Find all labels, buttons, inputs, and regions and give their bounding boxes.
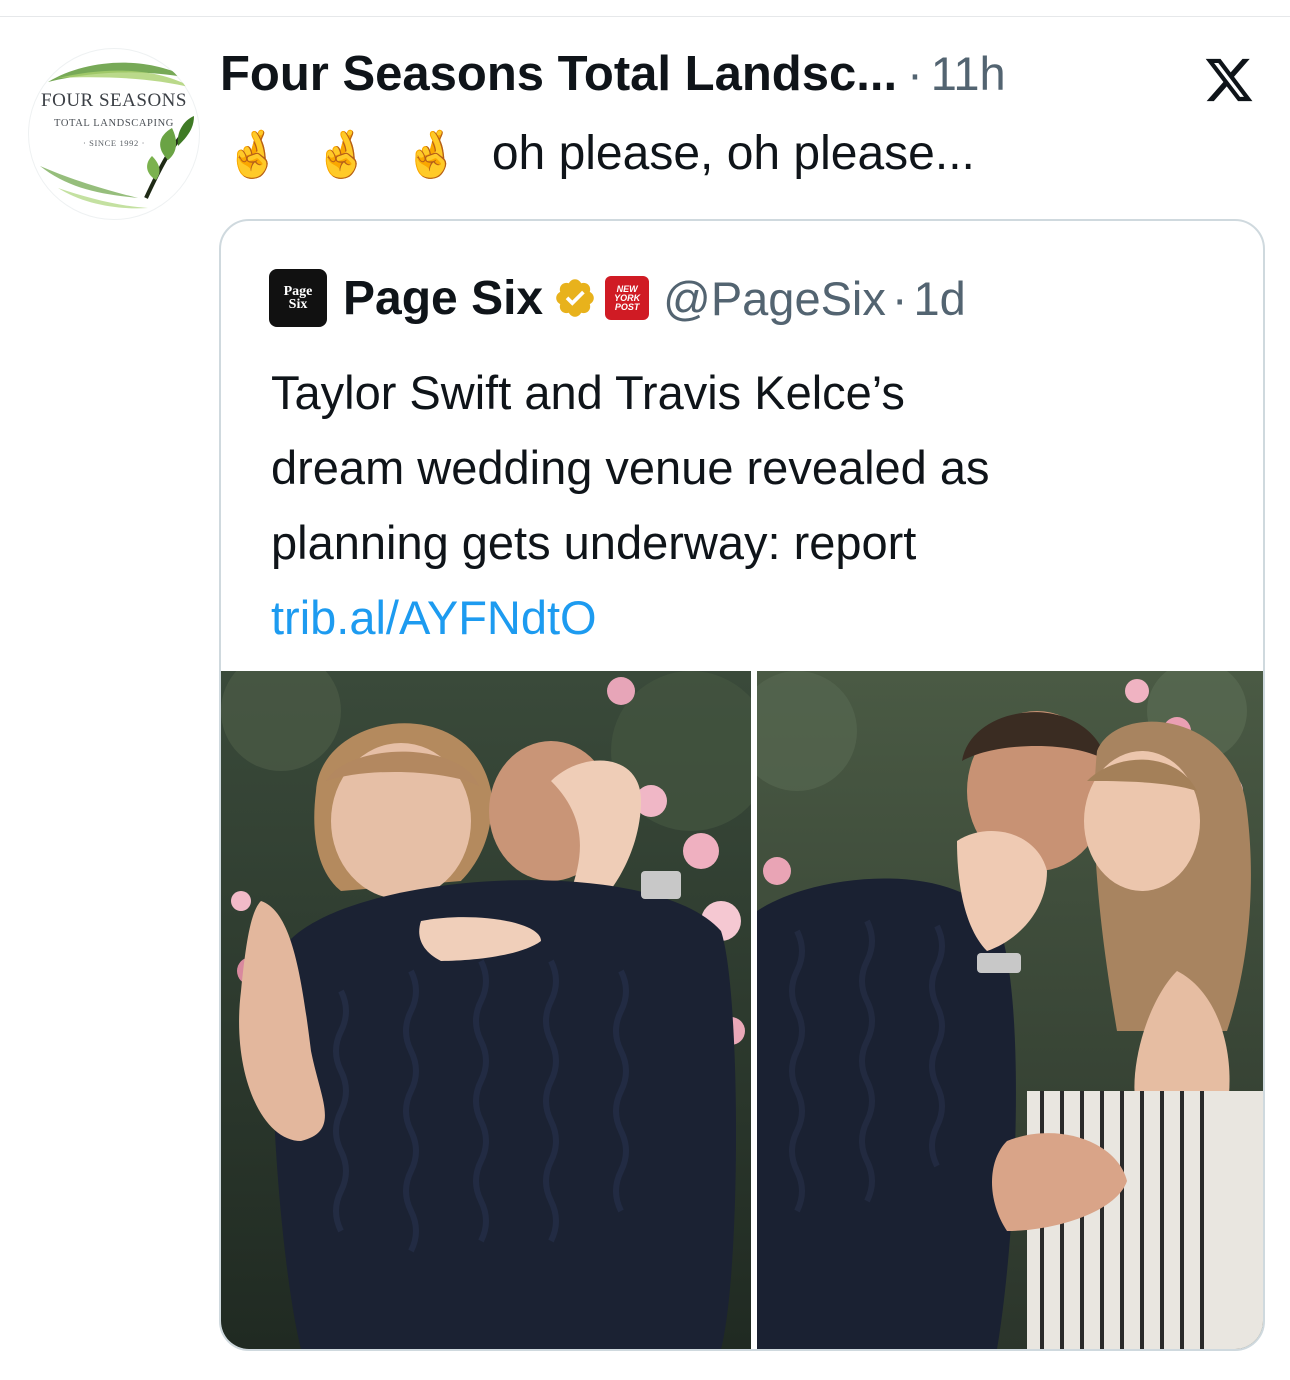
- media-photo-forehead-touch[interactable]: [757, 671, 1263, 1349]
- crossed-fingers-emoji: 🤞: [313, 126, 371, 181]
- media-photo-embrace[interactable]: [221, 671, 751, 1349]
- quoted-tweet-header: Page Six Page Six NEW YORK POST @PageSix…: [269, 269, 966, 327]
- x-logo-icon: [1205, 58, 1253, 102]
- tweet-body: oh please, oh please...: [491, 127, 975, 180]
- avatar-logo-title: FOUR SEASONS: [41, 90, 187, 111]
- quoted-tweet-media: [221, 671, 1263, 1349]
- author-avatar[interactable]: FOUR SEASONS TOTAL LANDSCAPING · SINCE 1…: [28, 48, 200, 220]
- quoted-author-handle[interactable]: @PageSix: [663, 271, 886, 326]
- quoted-text-line: Taylor Swift and Travis Kelce’s: [271, 366, 905, 419]
- author-name[interactable]: Four Seasons Total Landsc...: [220, 46, 897, 102]
- photo-forehead-illustration: [757, 671, 1263, 1349]
- quoted-tweet-text: Taylor Swift and Travis Kelce’s dream we…: [271, 355, 1231, 655]
- tweet-timestamp[interactable]: 11h: [931, 46, 1006, 101]
- tweet-header: Four Seasons Total Landsc... · 11h: [220, 46, 1006, 102]
- tweet-text: 🤞 🤞 🤞 oh please, oh please...: [224, 126, 975, 181]
- quoted-author-name[interactable]: Page Six: [343, 271, 543, 326]
- page-six-avatar[interactable]: Page Six: [269, 269, 327, 327]
- photo-embrace-illustration: [221, 671, 751, 1349]
- quoted-tweet-card[interactable]: Page Six Page Six NEW YORK POST @PageSix…: [219, 219, 1265, 1351]
- divider: [0, 16, 1290, 17]
- crossed-fingers-emoji: 🤞: [224, 126, 282, 181]
- quoted-tweet-link[interactable]: trib.al/AYFNdtO: [271, 580, 1231, 655]
- verified-badge-icon: [556, 279, 594, 317]
- separator-dot: ·: [891, 271, 908, 325]
- avatar-leaf-graphic: [40, 62, 194, 209]
- new-york-post-badge-icon: NEW YORK POST: [605, 276, 650, 320]
- quoted-tweet-timestamp[interactable]: 1d: [914, 271, 966, 326]
- nyp-badge-text: POST: [614, 301, 640, 312]
- quoted-text-line: planning gets underway: report: [271, 516, 917, 569]
- separator-dot: ·: [907, 47, 923, 100]
- tweet-view: FOUR SEASONS TOTAL LANDSCAPING · SINCE 1…: [0, 0, 1290, 1380]
- quoted-text-line: dream wedding venue revealed as: [271, 441, 990, 494]
- avatar-logo-subtitle: TOTAL LANDSCAPING: [54, 118, 174, 129]
- avatar-logo-since: · SINCE 1992 ·: [83, 138, 145, 148]
- page-six-avatar-text: Six: [288, 297, 308, 312]
- crossed-fingers-emoji: 🤞: [402, 126, 460, 181]
